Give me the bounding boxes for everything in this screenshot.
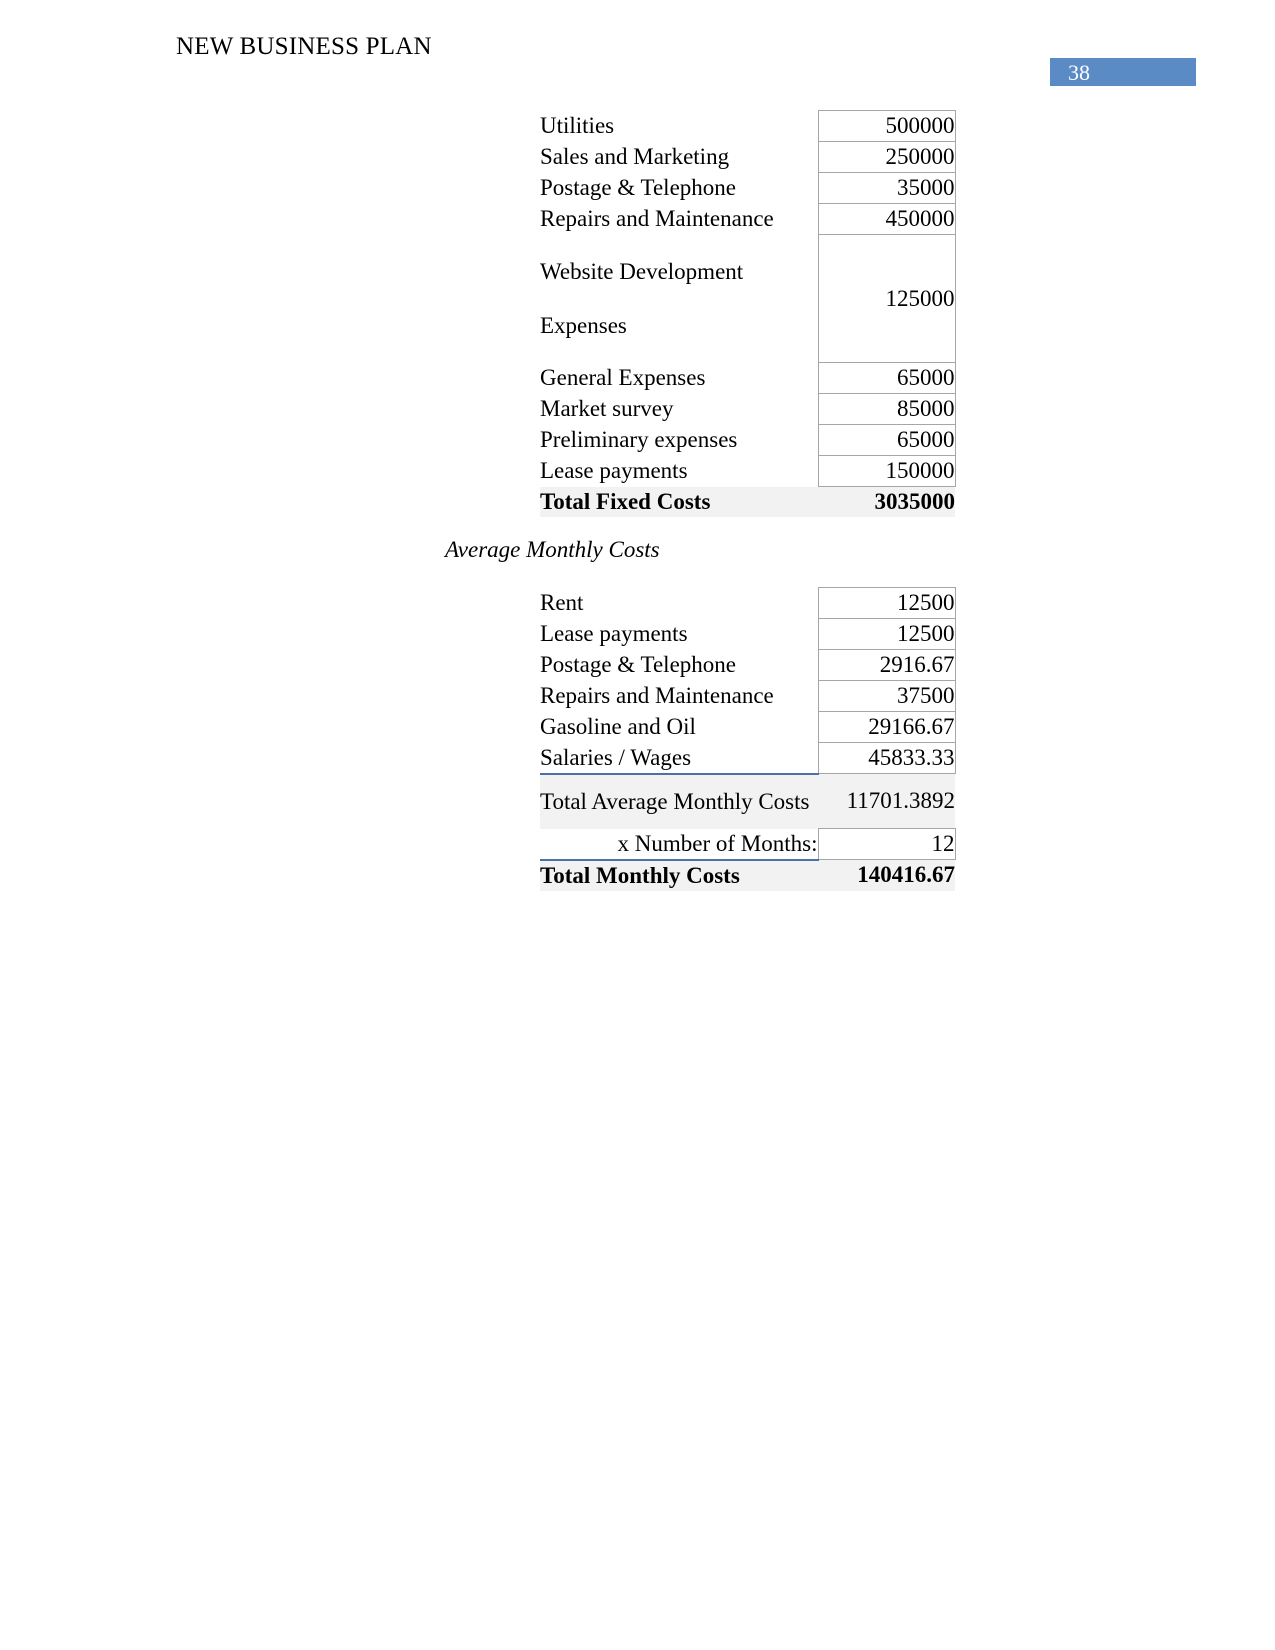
- table-row: Utilities 500000: [540, 110, 956, 142]
- document-header-title: NEW BUSINESS PLAN: [176, 33, 432, 60]
- average-monthly-costs-table: Rent 12500 Lease payments 12500 Postage …: [540, 587, 956, 891]
- row-value: 12500: [817, 587, 956, 619]
- row-label: Market survey: [540, 396, 674, 421]
- table-row: Preliminary expenses 65000: [540, 424, 956, 456]
- row-value: 250000: [817, 141, 956, 173]
- row-value: 37500: [817, 680, 956, 712]
- row-value: 45833.33: [817, 742, 956, 774]
- total-row: Total Fixed Costs 3035000: [540, 486, 955, 517]
- average-monthly-costs-table-body: Rent 12500 Lease payments 12500 Postage …: [540, 587, 956, 891]
- total-average-label: Total Average Monthly Costs: [540, 772, 818, 829]
- row-label: Repairs and Maintenance: [540, 206, 774, 231]
- table-row: Postage & Telephone 2916.67: [540, 649, 956, 681]
- table-row: Sales and Marketing 250000: [540, 141, 956, 173]
- table-row: Gasoline and Oil 29166.67: [540, 711, 956, 743]
- row-value: 85000: [817, 393, 956, 425]
- row-label: Website Development Expenses: [540, 258, 744, 338]
- row-value: 35000: [817, 172, 956, 204]
- section-heading-average-monthly-costs: Average Monthly Costs: [445, 537, 660, 562]
- row-label: Salaries / Wages: [540, 744, 692, 770]
- table-row: Lease payments 12500: [540, 618, 956, 650]
- grand-total-row: Total Monthly Costs 140416.67: [540, 859, 955, 891]
- table-row: Repairs and Maintenance 450000: [540, 203, 956, 235]
- row-value: 2916.67: [817, 649, 956, 681]
- months-label: x Number of Months:: [540, 828, 818, 861]
- row-value: 450000: [817, 203, 956, 235]
- row-label: Postage & Telephone: [540, 651, 736, 677]
- total-value: 3035000: [818, 486, 955, 517]
- table-row: Lease payments 150000: [540, 455, 956, 487]
- row-value: 65000: [817, 362, 956, 394]
- row-label: Utilities: [540, 113, 615, 138]
- row-label: Repairs and Maintenance: [540, 682, 774, 708]
- months-multiplier-row: x Number of Months: 12: [540, 828, 956, 861]
- table-row: Market survey 85000: [540, 393, 956, 425]
- document-body: Utilities 500000 Sales and Marketing 250…: [0, 110, 1275, 891]
- months-value: 12: [817, 828, 956, 860]
- row-label: Postage & Telephone: [540, 175, 736, 200]
- total-label: Total Fixed Costs: [540, 486, 818, 517]
- total-average-row: Total Average Monthly Costs 11701.3892: [540, 772, 955, 829]
- row-label: Sales and Marketing: [540, 144, 730, 169]
- page-number-badge: 38: [1050, 58, 1196, 86]
- row-value: 29166.67: [817, 711, 956, 743]
- table-row: Salaries / Wages 45833.33: [540, 742, 956, 774]
- fixed-costs-table: Utilities 500000 Sales and Marketing 250…: [540, 110, 956, 517]
- page-number-text: 38: [1068, 60, 1090, 85]
- page-header: NEW BUSINESS PLAN 38: [0, 0, 1275, 110]
- row-value: 125000: [817, 234, 956, 363]
- row-label: Lease payments: [540, 458, 688, 483]
- row-value: 12500: [817, 618, 956, 650]
- row-value: 150000: [817, 455, 956, 487]
- row-value: 500000: [817, 110, 956, 142]
- table-row: General Expenses 65000: [540, 362, 956, 394]
- row-label: General Expenses: [540, 365, 706, 390]
- table-row: Repairs and Maintenance 37500: [540, 680, 956, 712]
- fixed-costs-table-body: Utilities 500000 Sales and Marketing 250…: [540, 110, 956, 517]
- row-label: Gasoline and Oil: [540, 713, 696, 739]
- row-label: Preliminary expenses: [540, 427, 738, 452]
- row-value: 65000: [817, 424, 956, 456]
- table-row: Website Development Expenses 125000: [540, 234, 956, 363]
- row-label: Rent: [540, 589, 584, 615]
- table-row: Postage & Telephone 35000: [540, 172, 956, 204]
- table-row: Rent 12500: [540, 587, 956, 619]
- row-label: Lease payments: [540, 620, 688, 646]
- grand-total-value: 140416.67: [818, 859, 955, 891]
- grand-total-label: Total Monthly Costs: [540, 859, 818, 891]
- total-average-value: 11701.3892: [818, 773, 955, 829]
